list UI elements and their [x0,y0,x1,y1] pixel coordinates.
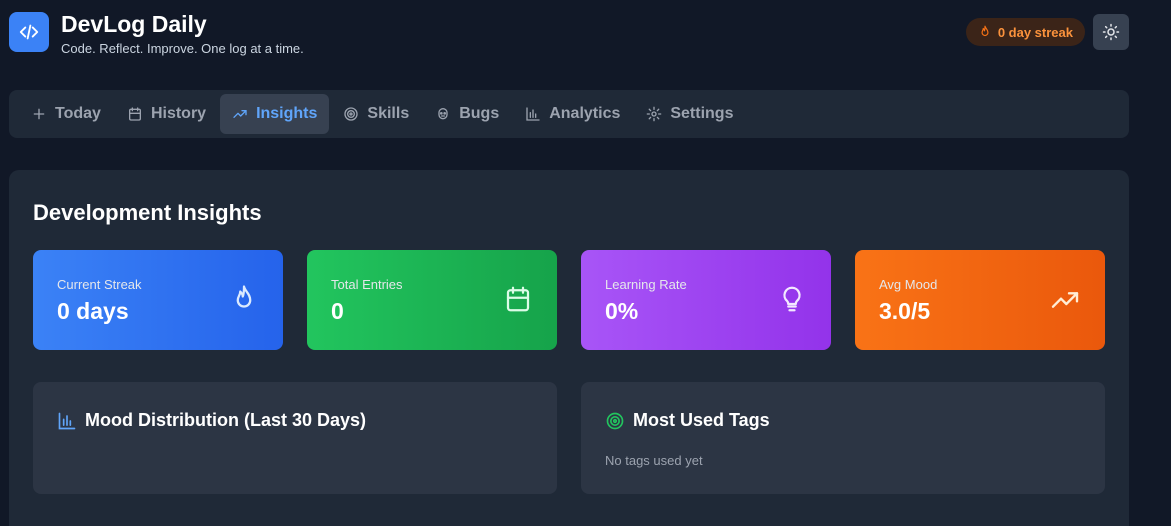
tab-label: Skills [367,105,410,122]
stat-value: 0 [331,298,344,324]
bar-chart-icon [526,107,540,121]
tab-skills[interactable]: Skills [331,94,421,134]
bar-chart-icon [58,412,76,429]
target-icon [344,107,359,121]
flame-icon [981,25,989,37]
tab-label: Bugs [459,105,500,122]
stat-card-learning: Learning Rate 0% [581,250,831,350]
app-header: DevLog Daily Code. Reflect. Improve. One… [9,11,1129,56]
tab-label: History [150,105,207,122]
bug-icon [438,108,448,120]
tab-label: Insights [256,105,318,122]
stat-card-mood: Avg Mood 3.0/5 [855,250,1105,350]
tab-label: Settings [670,105,734,122]
page-title: Development Insights [33,200,262,225]
tab-insights[interactable]: Insights [220,94,330,134]
calendar-icon [506,286,530,312]
stat-value: 3.0/5 [879,298,931,324]
main-nav: Today History Insights Skills Bugs Analy… [9,90,1129,138]
stat-label: Total Entries [331,277,403,292]
tab-history[interactable]: History [115,94,218,134]
stat-label: Current Streak [57,277,142,292]
code-icon [9,12,49,52]
card-title-text: Mood Distribution (Last 30 Days) [85,410,367,430]
empty-state-text: No tags used yet [605,453,703,468]
tab-analytics[interactable]: Analytics [513,94,632,134]
tab-label: Today [55,105,101,122]
most-used-tags-card: Most Used Tags No tags used yet [581,382,1105,494]
gear-icon [647,106,662,122]
stat-label: Avg Mood [879,277,938,292]
app-title: DevLog Daily [61,11,207,37]
app-subtitle: Code. Reflect. Improve. One log at a tim… [61,41,304,56]
stat-card-streak: Current Streak 0 days [33,250,283,350]
trending-up-icon [233,110,247,118]
tab-bugs[interactable]: Bugs [423,94,511,134]
stat-value: 0% [605,298,639,324]
stat-card-entries: Total Entries 0 [307,250,557,350]
streak-badge: 0 day streak [965,18,1085,46]
stat-label: Learning Rate [605,277,687,292]
streak-badge-label: 0 day streak [997,24,1073,40]
target-icon [606,412,624,429]
card-title: Most Used Tags [605,410,770,431]
card-title: Mood Distribution (Last 30 Days) [57,410,366,431]
flame-icon [236,285,252,308]
trending-up-icon [1051,292,1079,308]
card-title-text: Most Used Tags [633,410,770,430]
plus-icon [33,108,45,120]
lightbulb-icon [783,286,801,312]
tab-settings[interactable]: Settings [634,94,745,134]
tab-today[interactable]: Today [19,94,113,134]
sun-icon [1102,23,1120,41]
insights-panel: Development Insights Current Streak 0 da… [9,170,1129,526]
calendar-icon [128,107,141,121]
tab-label: Analytics [549,105,621,122]
mood-distribution-card: Mood Distribution (Last 30 Days) [33,382,557,494]
theme-toggle-button[interactable] [1093,14,1129,50]
stat-value: 0 days [57,298,129,324]
